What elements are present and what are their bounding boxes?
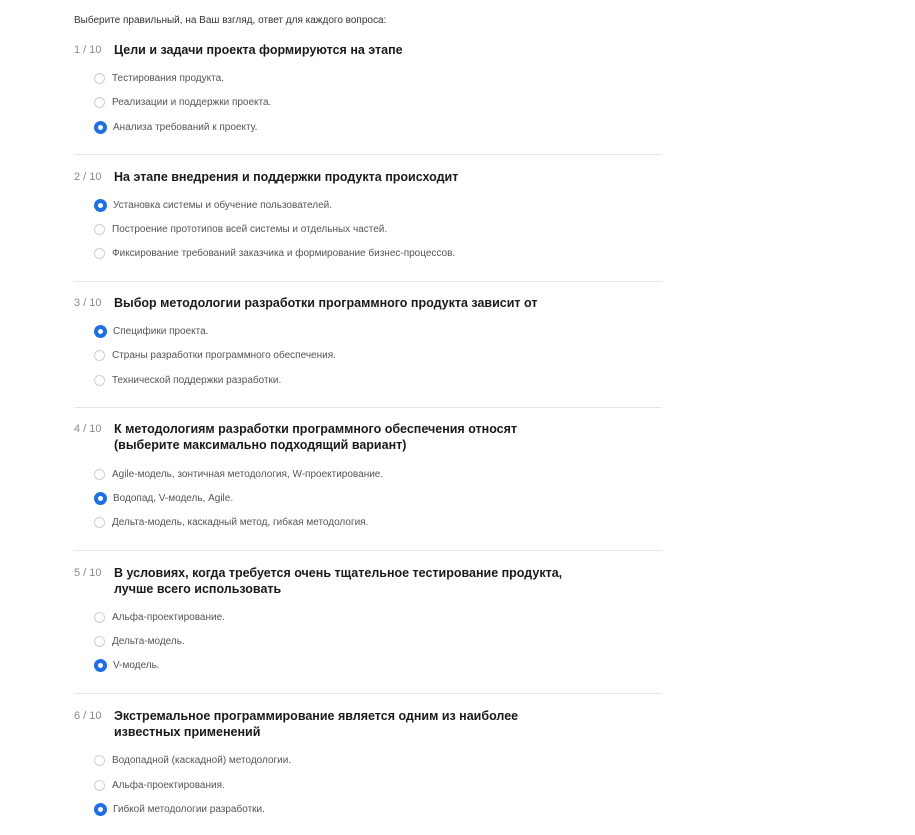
answer-option-label: Гибкой методологии разработки. — [113, 803, 265, 815]
radio-button-checked[interactable] — [94, 658, 107, 672]
question-divider — [74, 154, 662, 155]
answer-option[interactable]: Построение прототипов всей системы и отд… — [94, 221, 387, 237]
answer-option-selected[interactable]: Гибкой методологии разработки. — [94, 801, 265, 817]
question-number: 1 / 10 — [74, 44, 102, 56]
radio-button-unchecked[interactable] — [94, 611, 105, 623]
answer-option-label: Альфа-проектирования. — [112, 779, 225, 791]
question-number: 2 / 10 — [74, 171, 102, 183]
answer-option-label: Водопадной (каскадной) методологии. — [112, 754, 292, 766]
answer-option-selected[interactable]: Водопад, V-модель, Agile. — [94, 490, 233, 506]
radio-button-unchecked[interactable] — [94, 516, 105, 528]
answer-option[interactable]: Альфа-проектирование. — [94, 609, 225, 625]
radio-button-unchecked[interactable] — [94, 72, 105, 84]
radio-button-checked[interactable] — [94, 120, 107, 134]
question-text: Цели и задачи проекта формируются на эта… — [114, 43, 403, 57]
question-text: Экстремальное программирование является … — [114, 709, 519, 739]
answer-option[interactable]: Водопадной (каскадной) методологии. — [94, 752, 291, 768]
answer-option-selected[interactable]: Анализа требований к проекту. — [94, 119, 257, 135]
answer-option[interactable]: Фиксирование требований заказчика и форм… — [94, 245, 455, 261]
answer-option-label: Альфа-проектирование. — [112, 611, 225, 623]
answer-option-label: Страны разработки программного обеспечен… — [112, 349, 336, 361]
question-text: Выбор методологии разработки программног… — [114, 296, 538, 310]
radio-button-unchecked[interactable] — [94, 374, 105, 386]
answer-option[interactable]: Agile-модель, зонтичная методология, W-п… — [94, 466, 383, 482]
answer-option[interactable]: Тестирования продукта. — [94, 70, 224, 86]
answer-option[interactable]: Дельта-модель. — [94, 633, 185, 649]
radio-button-unchecked[interactable] — [94, 96, 105, 108]
answer-option-label: Специфики проекта. — [113, 325, 209, 337]
radio-button-checked[interactable] — [94, 324, 107, 338]
question-divider — [74, 407, 662, 408]
radio-button-unchecked[interactable] — [94, 349, 105, 361]
question-number: 5 / 10 — [74, 567, 102, 579]
answer-option-label: Установка системы и обучение пользовател… — [113, 199, 332, 211]
answer-option-label: Фиксирование требований заказчика и форм… — [112, 247, 456, 259]
question-text: К методологиям разработки программного о… — [114, 422, 518, 452]
radio-button-checked[interactable] — [94, 802, 107, 816]
question-number: 4 / 10 — [74, 423, 102, 435]
answer-option-label: Технической поддержки разработки. — [112, 374, 282, 386]
question-divider — [74, 550, 662, 551]
radio-button-unchecked[interactable] — [94, 468, 105, 480]
radio-button-unchecked[interactable] — [94, 754, 105, 766]
answer-option-label: Реализации и поддержки проекта. — [112, 96, 272, 108]
answer-option-label: Анализа требований к проекту. — [113, 121, 258, 133]
answer-option-selected[interactable]: Установка системы и обучение пользовател… — [94, 197, 332, 213]
radio-button-unchecked[interactable] — [94, 223, 105, 235]
answer-option-label: Дельта-модель, каскадный метод, гибкая м… — [112, 516, 369, 528]
answer-option[interactable]: Альфа-проектирования. — [94, 777, 225, 793]
question-text: В условиях, когда требуется очень тщател… — [114, 566, 563, 596]
answer-option-label: Agile-модель, зонтичная методология, W-п… — [112, 468, 384, 480]
answer-option-label: Водопад, V-модель, Agile. — [113, 492, 234, 504]
answer-option[interactable]: Дельта-модель, каскадный метод, гибкая м… — [94, 514, 368, 530]
answer-option[interactable]: Страны разработки программного обеспечен… — [94, 347, 336, 363]
radio-button-checked[interactable] — [94, 491, 107, 505]
question-text: На этапе внедрения и поддержки продукта … — [114, 170, 459, 184]
instructions-text: Выберите правильный, на Ваш взгляд, отве… — [74, 15, 387, 26]
answer-option-selected[interactable]: V-модель. — [94, 657, 160, 673]
answer-option-selected[interactable]: Специфики проекта. — [94, 323, 208, 339]
radio-button-unchecked[interactable] — [94, 635, 105, 647]
radio-button-checked[interactable] — [94, 198, 107, 212]
radio-button-unchecked[interactable] — [94, 247, 105, 259]
answer-option[interactable]: Технической поддержки разработки. — [94, 372, 281, 388]
radio-button-unchecked[interactable] — [94, 779, 105, 791]
answer-option-label: Тестирования продукта. — [112, 72, 224, 84]
question-divider — [74, 281, 662, 282]
answer-option-label: Дельта-модель. — [112, 635, 185, 647]
answer-option[interactable]: Реализации и поддержки проекта. — [94, 94, 271, 110]
question-number: 3 / 10 — [74, 297, 102, 309]
answer-option-label: V-модель. — [113, 659, 160, 671]
question-number: 6 / 10 — [74, 710, 102, 722]
question-divider — [74, 693, 662, 694]
answer-option-label: Построение прототипов всей системы и отд… — [112, 223, 388, 235]
